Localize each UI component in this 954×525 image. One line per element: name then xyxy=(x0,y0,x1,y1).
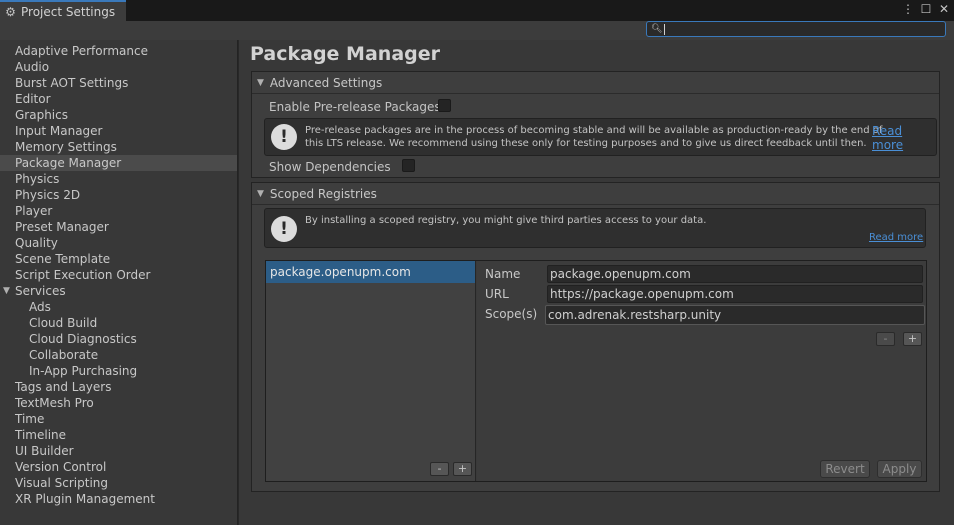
warning-icon: ! xyxy=(271,124,297,150)
page-title: Package Manager xyxy=(250,43,440,65)
sidebar-item-player[interactable]: Player xyxy=(0,203,237,219)
sidebar-item-ui-builder[interactable]: UI Builder xyxy=(0,443,237,459)
sidebar-item-audio[interactable]: Audio xyxy=(0,59,237,75)
sidebar-item-xr-plugin-management[interactable]: XR Plugin Management xyxy=(0,491,237,507)
url-label: URL xyxy=(485,287,509,301)
gear-icon: ⚙ xyxy=(5,4,16,19)
search-input[interactable]: 🔍︎ xyxy=(646,21,946,37)
kebab-menu-icon[interactable]: ⋮ xyxy=(902,2,914,16)
registry-list-item[interactable]: package.openupm.com xyxy=(266,261,475,283)
sidebar-item-ads[interactable]: Ads xyxy=(0,299,237,315)
sidebar-item-in-app-purchasing[interactable]: In-App Purchasing xyxy=(0,363,237,379)
scopes-label: Scope(s) xyxy=(485,307,538,321)
sidebar-item-burst-aot-settings[interactable]: Burst AOT Settings xyxy=(0,75,237,91)
sidebar-item-quality[interactable]: Quality xyxy=(0,235,237,251)
scoped-registries-header[interactable]: ▼ Scoped Registries xyxy=(252,183,939,205)
sidebar-item-memory-settings[interactable]: Memory Settings xyxy=(0,139,237,155)
sidebar-item-physics[interactable]: Physics xyxy=(0,171,237,187)
settings-main: Package Manager ▼ Advanced Settings Enab… xyxy=(239,40,954,525)
sidebar-item-package-manager[interactable]: Package Manager xyxy=(0,155,237,171)
sidebar-item-collaborate[interactable]: Collaborate xyxy=(0,347,237,363)
add-scope-button[interactable]: + xyxy=(903,332,922,346)
remove-scope-button[interactable]: - xyxy=(876,332,895,346)
sidebar-item-scene-template[interactable]: Scene Template xyxy=(0,251,237,267)
sidebar-item-cloud-build[interactable]: Cloud Build xyxy=(0,315,237,331)
warning-icon: ! xyxy=(271,216,297,242)
registry-list: package.openupm.com - + xyxy=(266,261,476,481)
add-registry-button[interactable]: + xyxy=(453,462,472,476)
name-field[interactable]: package.openupm.com xyxy=(547,265,923,283)
prerelease-label: Enable Pre-release Packages xyxy=(269,100,441,114)
sidebar-item-tags-and-layers[interactable]: Tags and Layers xyxy=(0,379,237,395)
scoped-registries-panel: ▼ Scoped Registries ! By installing a sc… xyxy=(251,182,940,492)
prerelease-help-box: ! Pre-release packages are in the proces… xyxy=(264,118,937,156)
collapse-triangle-icon: ▼ xyxy=(257,188,264,199)
sidebar-item-time[interactable]: Time xyxy=(0,411,237,427)
registries-editor: package.openupm.com - + Name package.ope… xyxy=(265,260,927,482)
apply-button[interactable]: Apply xyxy=(877,460,922,478)
sidebar-item-input-manager[interactable]: Input Manager xyxy=(0,123,237,139)
prerelease-checkbox[interactable] xyxy=(438,99,451,112)
window-tab[interactable]: ⚙ Project Settings xyxy=(0,0,126,21)
sidebar-item-visual-scripting[interactable]: Visual Scripting xyxy=(0,475,237,491)
sidebar-item-physics-2d[interactable]: Physics 2D xyxy=(0,187,237,203)
show-dependencies-label: Show Dependencies xyxy=(269,160,391,174)
prerelease-help-line2: this LTS release. We recommend using the… xyxy=(305,138,867,149)
sidebar-item-editor[interactable]: Editor xyxy=(0,91,237,107)
sidebar-item-graphics[interactable]: Graphics xyxy=(0,107,237,123)
remove-registry-button[interactable]: - xyxy=(430,462,449,476)
name-label: Name xyxy=(485,267,521,281)
maximize-icon[interactable]: ☐ xyxy=(920,2,932,16)
scope-field[interactable]: com.adrenak.restsharp.unity xyxy=(545,305,925,325)
text-caret xyxy=(664,23,666,35)
sidebar-item-preset-manager[interactable]: Preset Manager xyxy=(0,219,237,235)
collapse-triangle-icon: ▼ xyxy=(257,77,264,88)
sidebar-item-services[interactable]: ▼ Services xyxy=(0,283,237,299)
registry-details: Name package.openupm.com URL https://pac… xyxy=(477,261,926,481)
title-bar: ⚙ Project Settings ⋮ ☐ ✕ xyxy=(0,0,954,21)
close-icon[interactable]: ✕ xyxy=(938,2,950,16)
settings-sidebar: Adaptive Performance Audio Burst AOT Set… xyxy=(0,40,238,525)
sidebar-item-textmesh-pro[interactable]: TextMesh Pro xyxy=(0,395,237,411)
advanced-settings-panel: ▼ Advanced Settings Enable Pre-release P… xyxy=(251,71,940,178)
sidebar-item-cloud-diagnostics[interactable]: Cloud Diagnostics xyxy=(0,331,237,347)
prerelease-help-line1: Pre-release packages are in the process … xyxy=(305,125,883,136)
advanced-settings-header[interactable]: ▼ Advanced Settings xyxy=(252,72,939,94)
scoped-registries-title: Scoped Registries xyxy=(269,186,377,201)
scoped-read-more-link[interactable]: Read more xyxy=(869,232,923,243)
search-icon: 🔍︎ xyxy=(651,24,663,34)
revert-button[interactable]: Revert xyxy=(820,460,870,478)
show-dependencies-checkbox[interactable] xyxy=(402,159,415,172)
sidebar-item-script-execution-order[interactable]: Script Execution Order xyxy=(0,267,237,283)
window-tab-label: Project Settings xyxy=(21,4,116,19)
scoped-help-box: ! By installing a scoped registry, you m… xyxy=(264,208,926,248)
expand-triangle-icon[interactable]: ▼ xyxy=(3,283,10,299)
scoped-help-text: By installing a scoped registry, you mig… xyxy=(305,215,707,226)
sidebar-item-adaptive-performance[interactable]: Adaptive Performance xyxy=(0,43,237,59)
advanced-settings-title: Advanced Settings xyxy=(269,75,383,90)
prerelease-read-more-link[interactable]: Read more xyxy=(872,124,936,152)
sidebar-item-timeline[interactable]: Timeline xyxy=(0,427,237,443)
sidebar-item-version-control[interactable]: Version Control xyxy=(0,459,237,475)
url-field[interactable]: https://package.openupm.com xyxy=(547,285,923,303)
sidebar-item-label: Services xyxy=(15,284,66,298)
window-controls: ⋮ ☐ ✕ xyxy=(902,2,950,16)
